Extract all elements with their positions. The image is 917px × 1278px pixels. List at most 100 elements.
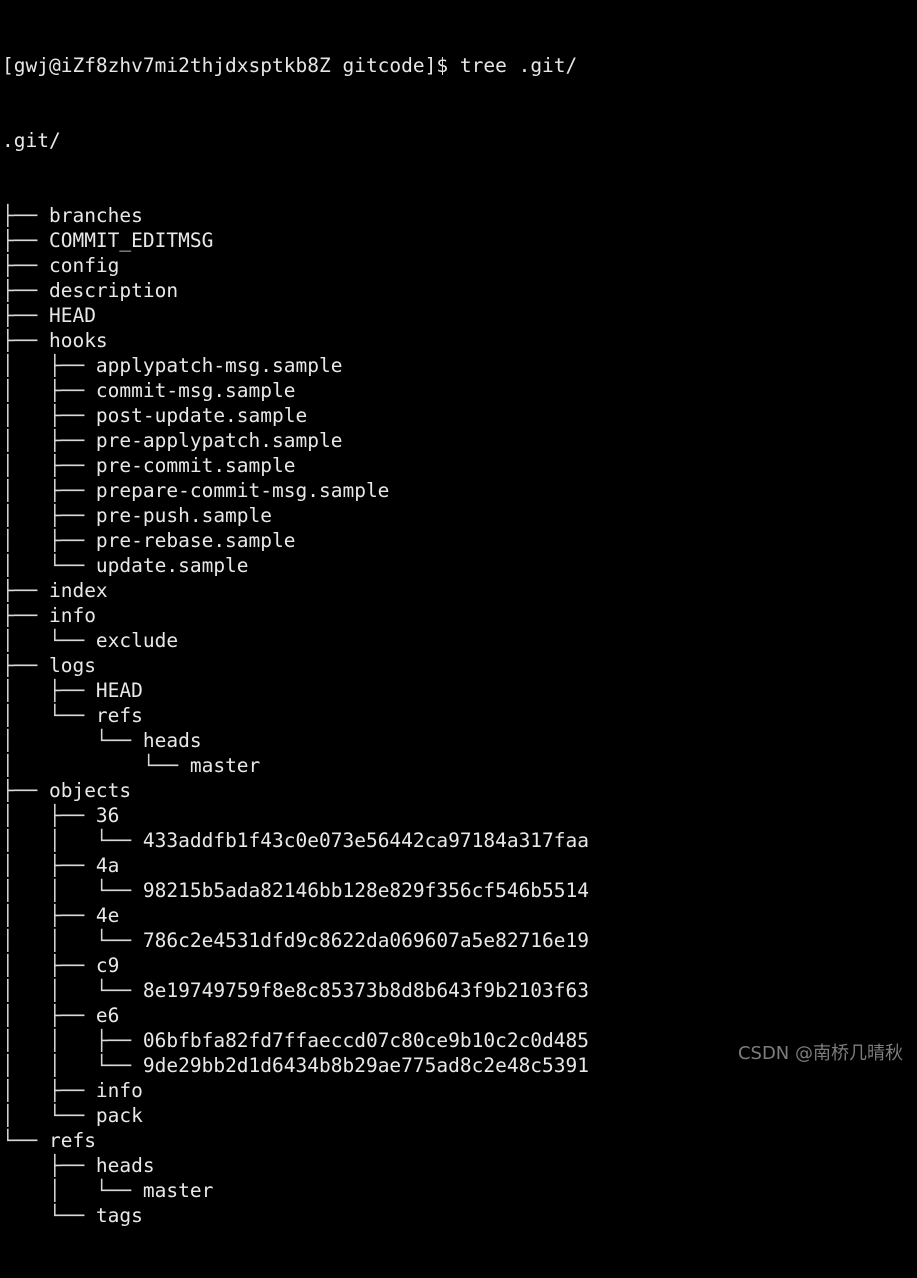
tree-branch-glyph: │ ├── <box>2 954 96 977</box>
tree-entry-name: 98215b5ada82146bb128e829f356cf546b5514 <box>142 879 590 902</box>
tree-entry-name: 786c2e4531dfd9c8622da069607a5e82716e19 <box>142 929 590 952</box>
tree-line: │ │ └── 8e19749759f8e8c85373b8d8b643f9b2… <box>2 978 589 1003</box>
tree-line: │ └── heads <box>2 728 589 753</box>
tree-branch-glyph: ├── <box>2 329 49 352</box>
tree-entry-name: c9 <box>95 954 120 977</box>
tree-branch-glyph: │ ├── <box>2 529 96 552</box>
tree-line: │ └── pack <box>2 1103 589 1128</box>
tree-line: │ ├── commit-msg.sample <box>2 378 589 403</box>
terminal-output: [gwj@iZf8zhv7mi2thjdxsptkb8Z gitcode]$ t… <box>0 0 589 1278</box>
tree-branch-glyph: ├── <box>2 279 49 302</box>
tree-branch-glyph: │ └── <box>2 554 96 577</box>
tree-line: │ ├── pre-rebase.sample <box>2 528 589 553</box>
tree-entry-name: 4a <box>95 854 120 877</box>
tree-line: │ └── master <box>2 753 589 778</box>
tree-branch-glyph: │ ├── <box>2 479 96 502</box>
tree-entry-name: post-update.sample <box>95 404 308 427</box>
tree-line: │ ├── HEAD <box>2 678 589 703</box>
tree-entry-name: master <box>142 1179 214 1202</box>
tree-line: │ ├── e6 <box>2 1003 589 1028</box>
tree-branch-glyph: ├── <box>2 654 49 677</box>
tree-branch-glyph: ├── <box>2 304 49 327</box>
tree-entry-name: applypatch-msg.sample <box>95 354 343 377</box>
tree-line: │ ├── pre-commit.sample <box>2 453 589 478</box>
tree-branch-glyph: │ └── <box>2 729 143 752</box>
tree-entry-name: pre-applypatch.sample <box>95 429 343 452</box>
tree-entry-name: HEAD <box>95 679 143 702</box>
tree-branch-glyph: │ │ └── <box>2 979 143 1002</box>
tree-line: ├── heads <box>2 1153 589 1178</box>
tree-entry-name: master <box>189 754 261 777</box>
tree-entry-name: update.sample <box>95 554 249 577</box>
tree-branch-glyph: ├── <box>2 229 49 252</box>
tree-line: ├── config <box>2 253 589 278</box>
tree-line: ├── index <box>2 578 589 603</box>
tree-entry-name: heads <box>95 1154 155 1177</box>
tree-branch-glyph: │ │ └── <box>2 1054 143 1077</box>
tree-entry-name: logs <box>48 654 96 677</box>
tree-line: │ ├── pre-applypatch.sample <box>2 428 589 453</box>
tree-line: └── tags <box>2 1203 589 1228</box>
tree-line: │ ├── 4a <box>2 853 589 878</box>
tree-branch-glyph: └── <box>2 1129 49 1152</box>
tree-line: │ ├── pre-push.sample <box>2 503 589 528</box>
tree-line: │ ├── info <box>2 1078 589 1103</box>
tree-line: ├── hooks <box>2 328 589 353</box>
tree-branch-glyph: │ ├── <box>2 904 96 927</box>
tree-line: │ └── master <box>2 1178 589 1203</box>
tree-line: │ ├── prepare-commit-msg.sample <box>2 478 589 503</box>
tree-entry-name: pre-push.sample <box>95 504 273 527</box>
tree-line: │ └── update.sample <box>2 553 589 578</box>
tree-branch-glyph: │ │ └── <box>2 829 143 852</box>
tree-branch-glyph: │ └── <box>2 629 96 652</box>
tree-entry-name: HEAD <box>48 304 96 327</box>
tree-branch-glyph: │ ├── <box>2 379 96 402</box>
tree-entry-name: objects <box>48 779 132 802</box>
tree-branch-glyph: │ ├── <box>2 504 96 527</box>
tree-line: │ │ └── 433addfb1f43c0e073e56442ca97184a… <box>2 828 589 853</box>
tree-branch-glyph: │ ├── <box>2 804 96 827</box>
tree-line: ├── description <box>2 278 589 303</box>
tree-line: │ │ └── 9de29bb2d1d6434b8b29ae775ad8c2e4… <box>2 1053 589 1078</box>
tree-entry-name: 06bfbfa82fd7ffaeccd07c80ce9b10c2c0d485 <box>142 1029 590 1052</box>
tree-listing: ├── branches ├── COMMIT_EDITMSG ├── config… <box>2 203 589 1228</box>
tree-entry-name: prepare-commit-msg.sample <box>95 479 390 502</box>
tree-line: ├── branches <box>2 203 589 228</box>
tree-branch-glyph: │ └── <box>2 754 190 777</box>
tree-entry-name: e6 <box>95 1004 120 1027</box>
tree-branch-glyph: │ ├── <box>2 679 96 702</box>
tree-entry-name: 4e <box>95 904 120 927</box>
tree-branch-glyph: │ ├── <box>2 1079 96 1102</box>
tree-branch-glyph: │ ├── <box>2 404 96 427</box>
tree-entry-name: tags <box>95 1204 143 1227</box>
csdn-watermark: CSDN @南桥几晴秋 <box>737 1043 903 1064</box>
tree-branch-glyph: ├── <box>2 579 49 602</box>
tree-branch-glyph: │ ├── <box>2 429 96 452</box>
tree-line: ├── COMMIT_EDITMSG <box>2 228 589 253</box>
shell-prompt-line: [gwj@iZf8zhv7mi2thjdxsptkb8Z gitcode]$ t… <box>2 53 589 78</box>
tree-line: │ ├── 36 <box>2 803 589 828</box>
tree-branch-glyph: │ │ └── <box>2 929 143 952</box>
shell-prompt: [gwj@iZf8zhv7mi2thjdxsptkb8Z gitcode]$ <box>2 54 460 77</box>
tree-branch-glyph: ├── <box>2 204 49 227</box>
tree-entry-name: pre-commit.sample <box>95 454 296 477</box>
tree-line: │ ├── applypatch-msg.sample <box>2 353 589 378</box>
tree-branch-glyph: │ └── <box>2 704 96 727</box>
tree-line: │ └── refs <box>2 703 589 728</box>
tree-branch-glyph: ├── <box>2 779 49 802</box>
tree-branch-glyph: ├── <box>2 604 49 627</box>
tree-line: │ ├── c9 <box>2 953 589 978</box>
tree-entry-name: info <box>48 604 96 627</box>
tree-line: ├── info <box>2 603 589 628</box>
tree-entry-name: hooks <box>48 329 108 352</box>
tree-line: ├── logs <box>2 653 589 678</box>
tree-entry-name: 8e19749759f8e8c85373b8d8b643f9b2103f63 <box>142 979 590 1002</box>
tree-branch-glyph: │ ├── <box>2 454 96 477</box>
tree-entry-name: pack <box>95 1104 143 1127</box>
tree-entry-name: 36 <box>95 804 120 827</box>
tree-branch-glyph: │ ├── <box>2 354 96 377</box>
tree-branch-glyph: │ │ └── <box>2 879 143 902</box>
tree-entry-name: info <box>95 1079 143 1102</box>
tree-entry-name: refs <box>95 704 143 727</box>
tree-line: │ │ └── 786c2e4531dfd9c8622da069607a5e82… <box>2 928 589 953</box>
